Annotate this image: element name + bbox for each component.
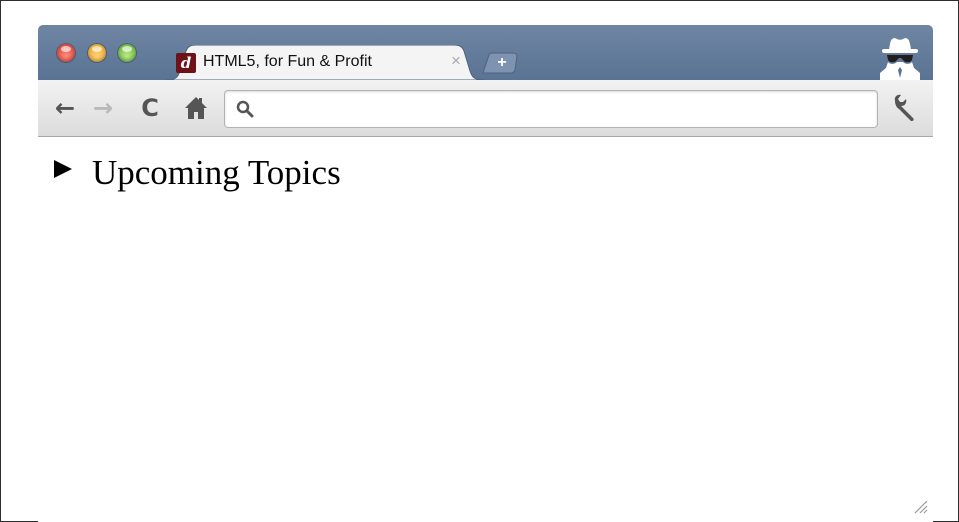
window-close-button[interactable] — [57, 44, 75, 62]
reload-button[interactable]: C — [137, 94, 163, 122]
new-tab-button[interactable]: + — [481, 52, 521, 74]
window-minimize-button[interactable] — [88, 44, 106, 62]
home-icon[interactable] — [183, 94, 209, 122]
address-input[interactable] — [261, 93, 865, 125]
tab-strip: d HTML5, for Fun & Profit × + — [38, 25, 933, 80]
incognito-icon — [880, 38, 920, 80]
favicon-icon: d — [176, 53, 196, 73]
browser-window: d HTML5, for Fun & Profit × + ← → C Upco… — [38, 25, 933, 522]
toolbar: ← → C — [38, 80, 933, 137]
search-icon — [236, 100, 254, 118]
back-button[interactable]: ← — [52, 94, 78, 122]
page-content: Upcoming Topics — [38, 137, 933, 522]
tab-active[interactable]: d HTML5, for Fun & Profit × — [166, 45, 484, 80]
resize-grip-icon[interactable] — [912, 498, 928, 514]
wrench-icon[interactable] — [889, 93, 919, 123]
tab-title: HTML5, for Fun & Profit — [203, 53, 372, 70]
window-zoom-button[interactable] — [118, 44, 136, 62]
address-bar[interactable] — [224, 90, 878, 128]
plus-icon: + — [497, 54, 507, 71]
disclosure-triangle-icon — [54, 160, 72, 178]
tab-close-icon[interactable]: × — [448, 51, 464, 71]
summary-label: Upcoming Topics — [92, 153, 341, 192]
details-summary[interactable]: Upcoming Topics — [54, 153, 341, 193]
forward-button[interactable]: → — [90, 94, 116, 122]
